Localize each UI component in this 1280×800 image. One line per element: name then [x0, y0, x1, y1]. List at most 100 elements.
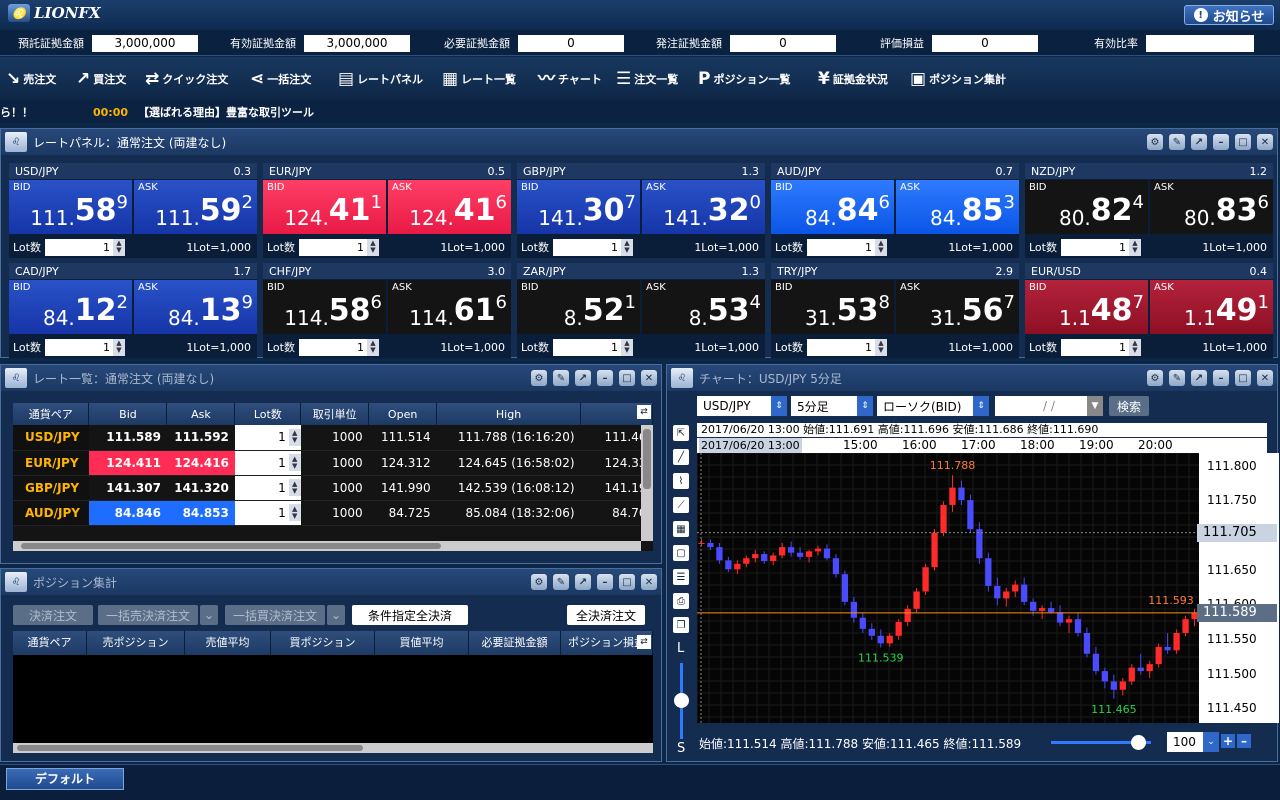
bid-button[interactable]: BID 114. 58 6 — [263, 280, 386, 334]
zoom-select[interactable]: 100 ⌄ — [1167, 732, 1219, 752]
column-header[interactable]: 売値平均 — [185, 631, 271, 655]
table-row[interactable]: USD/JPY 111.589 111.592 1 ▲ ▼ 1000 111.514 111.7… — [13, 425, 653, 451]
palette-icon[interactable]: ✎ — [1169, 134, 1185, 150]
toolbar-position-list-button[interactable]: P ポジション一覧 — [698, 70, 790, 88]
column-header[interactable]: Open — [368, 403, 438, 425]
ask-button[interactable]: ASK 114. 61 6 — [388, 280, 511, 334]
lot-input[interactable]: 1 — [1060, 338, 1129, 356]
ask-button[interactable]: ASK 84. 13 9 — [134, 280, 257, 334]
bulk-sell-settle-button[interactable]: 一括売決済注文 — [98, 605, 198, 625]
bid-button[interactable]: BID 31. 53 8 — [771, 280, 894, 334]
print-icon[interactable]: ⎙ — [673, 593, 689, 609]
ask-button[interactable]: ASK 141. 32 0 — [642, 180, 765, 234]
settings-icon[interactable]: ⚙ — [531, 370, 547, 386]
lot-stepper-icon[interactable]: ▲ ▼ — [874, 238, 887, 256]
column-header[interactable]: 買ポジション — [271, 631, 375, 655]
zoom-slider[interactable] — [674, 663, 689, 739]
toolbar-rate-list-button[interactable]: ▦ レート一覧 — [442, 70, 516, 88]
close-icon[interactable]: ✕ — [1257, 370, 1273, 386]
lot-stepper-icon[interactable]: ▲ ▼ — [1128, 338, 1141, 356]
bid-price[interactable]: 84.846 — [88, 500, 167, 526]
column-header[interactable]: Ask — [166, 403, 236, 425]
date-input[interactable]: / / ▼ — [995, 396, 1103, 416]
minimize-icon[interactable]: – — [1213, 370, 1229, 386]
bid-price[interactable]: 124.411 — [88, 450, 167, 476]
ask-button[interactable]: ASK 31. 56 7 — [896, 280, 1019, 334]
popout-icon[interactable]: ↗ — [575, 574, 591, 590]
pair-select[interactable]: USD/JPY ⇕ — [697, 396, 787, 416]
ask-price[interactable]: 84.853 — [166, 500, 235, 526]
popout-icon[interactable]: ↗ — [1191, 370, 1207, 386]
bid-button[interactable]: BID 80. 82 4 — [1025, 180, 1148, 234]
toolbar-chart-button[interactable]: 〰チャート — [538, 70, 602, 88]
column-header[interactable]: Bid — [88, 403, 168, 425]
rate-list-vscrollbar[interactable] — [641, 425, 653, 541]
column-header[interactable]: 買値平均 — [375, 631, 469, 655]
search-button[interactable]: 検索 — [1109, 396, 1149, 416]
notice-button[interactable]: ! お知らせ — [1184, 5, 1274, 25]
trend-tool-icon[interactable]: ⟋ — [673, 497, 689, 513]
position-hscrollbar[interactable] — [13, 743, 653, 753]
table-row[interactable]: EUR/JPY 124.411 124.416 1 ▲ ▼ 1000 124.312 124.6… — [13, 450, 653, 476]
lot-input[interactable]: 1 — [235, 506, 289, 520]
indicator-icon[interactable]: ⌇ — [673, 473, 689, 489]
rate-list-hscrollbar[interactable] — [13, 541, 641, 551]
cursor-tool-icon[interactable]: ⇱ — [673, 425, 689, 441]
bid-button[interactable]: BID 141. 30 7 — [517, 180, 640, 234]
bid-price[interactable]: 111.589 — [88, 425, 167, 451]
toolbar-buy-arrow-button[interactable]: ↗ 買注文 — [76, 70, 126, 88]
maximize-icon[interactable]: □ — [619, 574, 635, 590]
ask-button[interactable]: ASK 80. 83 6 — [1150, 180, 1273, 234]
lot-stepper-icon[interactable]: ▲ ▼ — [288, 479, 301, 496]
draw-line-icon[interactable]: ╱ — [673, 449, 689, 465]
lot-stepper-icon[interactable]: ▲ ▼ — [620, 238, 633, 256]
column-header[interactable]: High — [436, 403, 582, 425]
lot-stepper-icon[interactable]: ▲ ▼ — [288, 428, 301, 446]
ask-button[interactable]: ASK 8. 53 4 — [642, 280, 765, 334]
toolbar-quick-order-button[interactable]: ⇄ クイック注文 — [145, 70, 228, 88]
zoom-out-icon[interactable]: – — [1237, 734, 1251, 748]
copy-icon[interactable]: ❐ — [673, 617, 689, 633]
toolbar-rate-panel-button[interactable]: ▤ レートパネル — [338, 70, 423, 88]
table-row[interactable]: AUD/JPY 84.846 84.853 1 ▲ ▼ 1000 84.725 85.084 (… — [13, 500, 653, 526]
settings-icon[interactable]: ⚙ — [1147, 134, 1163, 150]
settings-icon[interactable]: ⚙ — [531, 574, 547, 590]
chart-type-select[interactable]: ローソク(BID) ⇕ — [877, 396, 989, 416]
lot-input[interactable]: 1 — [298, 238, 367, 256]
maximize-icon[interactable]: □ — [1235, 134, 1251, 150]
settle-order-button[interactable]: 決済注文 — [13, 605, 93, 625]
column-header[interactable]: 通貨ペア — [13, 631, 87, 655]
column-header[interactable]: 通貨ペア — [13, 403, 90, 425]
close-icon[interactable]: ✕ — [641, 370, 657, 386]
lot-input[interactable]: 1 — [806, 238, 875, 256]
candlestick-chart[interactable]: 111.788 111.465 111.539 111.593 — [697, 453, 1199, 723]
period-select[interactable]: 5分足 ⇕ — [791, 396, 873, 416]
lot-input[interactable]: 1 — [806, 338, 875, 356]
rate-list-titlebar[interactable]: ♌ レート一覧：通常注文 (両建なし) ⚙ ✎ ↗ – □ ✕ — [1, 365, 661, 391]
ask-button[interactable]: ASK 124. 41 6 — [388, 180, 511, 234]
toolbar-sell-arrow-button[interactable]: ↘ 売注文 — [6, 70, 56, 88]
lot-stepper-icon[interactable]: ▲ ▼ — [366, 338, 379, 356]
column-header[interactable]: 売ポジション — [87, 631, 185, 655]
list-icon[interactable]: ☰ — [673, 569, 689, 585]
minimize-icon[interactable]: – — [1213, 134, 1229, 150]
palette-icon[interactable]: ✎ — [553, 574, 569, 590]
ask-price[interactable]: 111.592 — [166, 425, 235, 451]
calendar-icon[interactable]: ▦ — [673, 521, 689, 537]
conditional-settle-all-button[interactable]: 条件指定全決済 — [352, 605, 468, 625]
popout-icon[interactable]: ↗ — [575, 370, 591, 386]
bulk-buy-settle-dropdown[interactable]: ⌄ — [327, 605, 345, 625]
lot-stepper-icon[interactable]: ▲ ▼ — [366, 238, 379, 256]
bid-button[interactable]: BID 84. 84 6 — [771, 180, 894, 234]
minimize-icon[interactable]: – — [597, 370, 613, 386]
column-header[interactable]: Lot数 — [234, 403, 302, 425]
lot-input[interactable]: 1 — [44, 338, 113, 356]
palette-icon[interactable]: ✎ — [1169, 370, 1185, 386]
ask-price[interactable]: 124.416 — [166, 450, 235, 476]
ask-button[interactable]: ASK 1.1 49 1 — [1150, 280, 1273, 334]
lot-stepper-icon[interactable]: ▲ ▼ — [874, 338, 887, 356]
lot-stepper-icon[interactable]: ▲ ▼ — [112, 238, 125, 256]
chart-width-slider[interactable] — [1051, 735, 1151, 750]
lot-input[interactable]: 1 — [552, 338, 621, 356]
window-icon[interactable]: ▢ — [673, 545, 689, 561]
